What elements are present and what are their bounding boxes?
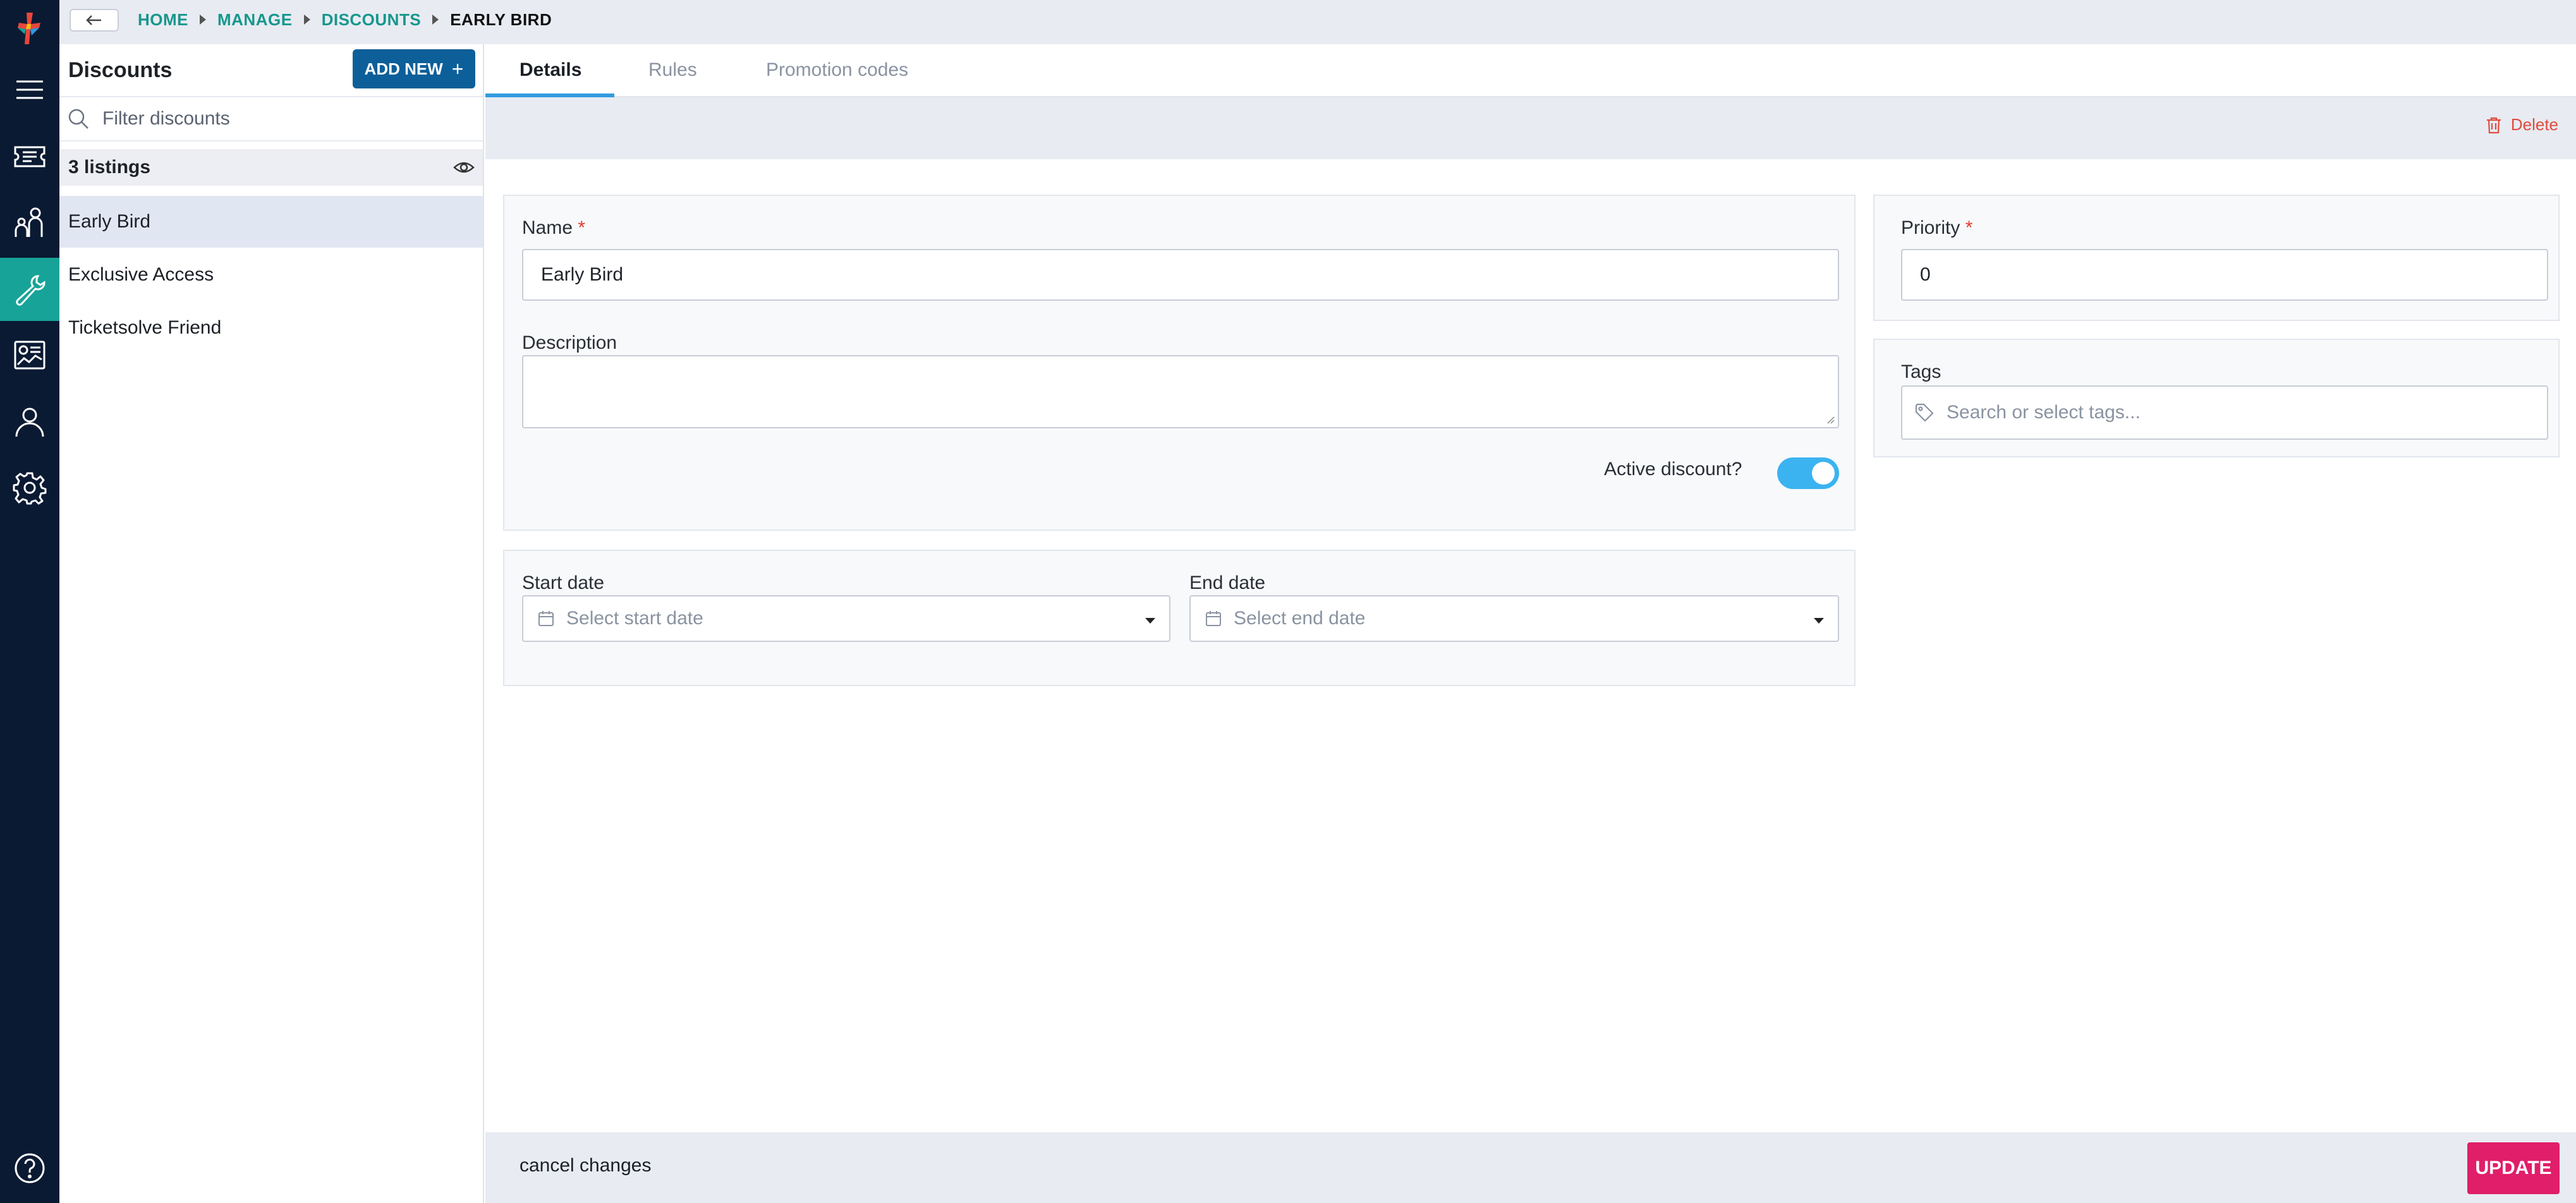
people-icon[interactable] (0, 191, 59, 254)
tab-bar: Details Rules Promotion codes (485, 44, 2576, 97)
hamburger-menu-icon[interactable] (0, 58, 59, 121)
search-icon (68, 109, 88, 129)
list-item[interactable]: Ticketsolve Friend (59, 302, 483, 354)
resize-grip-icon[interactable] (1825, 414, 1835, 425)
gear-icon[interactable] (0, 456, 59, 519)
tab-rules[interactable]: Rules (648, 44, 697, 96)
update-button[interactable]: UPDATE (2467, 1142, 2560, 1194)
action-strip: Delete (485, 97, 2576, 159)
report-icon[interactable] (0, 323, 59, 387)
wrench-icon[interactable] (0, 258, 59, 321)
chevron-down-icon (1814, 618, 1824, 624)
priority-label-text: Priority (1901, 217, 1960, 238)
tags-placeholder: Search or select tags... (1947, 402, 2141, 423)
calendar-icon (538, 611, 554, 626)
start-date-placeholder: Select start date (566, 608, 703, 629)
breadcrumb: HOME MANAGE DISCOUNTS EARLY BIRD (138, 0, 552, 39)
filter-bar (59, 96, 483, 142)
end-date-placeholder: Select end date (1234, 608, 1366, 629)
discounts-list-panel: Discounts ADD NEW + 3 listings Early Bir… (59, 44, 484, 1203)
tab-promotion-codes[interactable]: Promotion codes (766, 44, 908, 96)
chevron-right-icon (432, 15, 439, 25)
list-item[interactable]: Early Bird (59, 196, 483, 248)
active-discount-toggle[interactable] (1777, 457, 1839, 489)
plus-icon: + (451, 57, 464, 80)
breadcrumb-manage[interactable]: MANAGE (217, 10, 293, 30)
add-new-label: ADD NEW (364, 59, 443, 78)
ticket-icon[interactable] (0, 125, 59, 188)
dates-card: Start date Select start date End date Se… (503, 550, 1856, 686)
description-label: Description (522, 332, 617, 353)
details-card: Name * Early Bird Description Active dis… (503, 195, 1856, 531)
filter-discounts-input[interactable] (102, 108, 456, 130)
required-marker: * (578, 217, 586, 238)
top-bar: HOME MANAGE DISCOUNTS EARLY BIRD 1 (59, 0, 2576, 44)
add-new-button[interactable]: ADD NEW + (353, 49, 475, 88)
delete-button[interactable]: Delete (2484, 115, 2558, 135)
end-date-picker[interactable]: Select end date (1189, 595, 1839, 642)
ticketsolve-logo-icon[interactable] (14, 9, 46, 47)
start-date-picker[interactable]: Select start date (522, 595, 1170, 642)
name-label: Name * (522, 217, 585, 239)
cancel-changes-link[interactable]: cancel changes (519, 1155, 651, 1176)
listings-count: 3 listings (68, 157, 151, 178)
priority-input[interactable]: 0 (1901, 249, 2548, 301)
eye-icon[interactable] (453, 156, 475, 179)
breadcrumb-discounts[interactable]: DISCOUNTS (322, 10, 422, 30)
tag-icon (1915, 403, 1934, 422)
tags-select[interactable]: Search or select tags... (1901, 385, 2548, 440)
back-button[interactable] (70, 9, 119, 32)
delete-label: Delete (2510, 115, 2558, 134)
listings-count-bar: 3 listings (59, 149, 483, 186)
arrow-left-icon (86, 15, 101, 25)
list-item[interactable]: Exclusive Access (59, 249, 483, 301)
tags-card: Tags Search or select tags... (1873, 339, 2560, 457)
user-icon[interactable] (0, 390, 59, 454)
breadcrumb-home[interactable]: HOME (138, 10, 188, 30)
tags-label: Tags (1901, 361, 1941, 382)
list-panel-title: Discounts (68, 58, 173, 82)
tab-details[interactable]: Details (519, 44, 581, 96)
description-textarea[interactable] (522, 355, 1839, 428)
breadcrumb-current: EARLY BIRD (450, 9, 552, 29)
chevron-down-icon (1145, 618, 1155, 624)
trash-icon (2486, 117, 2501, 133)
name-input[interactable]: Early Bird (522, 249, 1839, 301)
chevron-right-icon (200, 15, 206, 25)
chevron-right-icon (303, 15, 310, 25)
required-marker: * (1965, 217, 1973, 238)
name-label-text: Name (522, 217, 573, 238)
priority-card: Priority * 0 (1873, 195, 2560, 321)
footer-bar: cancel changes UPDATE (485, 1132, 2576, 1203)
main-nav (0, 0, 59, 1203)
help-icon[interactable] (11, 1150, 48, 1187)
priority-label: Priority * (1901, 217, 1972, 239)
active-discount-label: Active discount? (1604, 459, 1742, 480)
toggle-knob (1812, 462, 1835, 485)
start-date-label: Start date (522, 572, 605, 593)
end-date-label: End date (1189, 572, 1266, 593)
calendar-icon (1206, 611, 1221, 626)
